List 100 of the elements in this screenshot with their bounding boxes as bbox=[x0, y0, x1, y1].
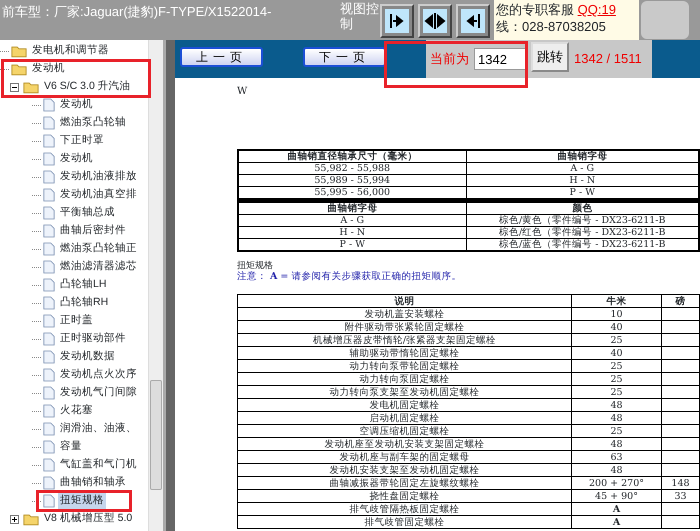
section-title: 扭矩规格 bbox=[237, 261, 274, 271]
tree-item[interactable]: 发动机点火次序 bbox=[58, 367, 139, 383]
table-cell: 发动机座与副车架的固定螺母 bbox=[238, 450, 572, 464]
tree-item[interactable]: 发动机数据 bbox=[58, 349, 117, 365]
table-cell: A bbox=[572, 516, 662, 528]
previous-page-button[interactable]: 上一页 bbox=[180, 47, 263, 67]
table-cell: H - N bbox=[238, 226, 466, 238]
view-toggle-button[interactable] bbox=[456, 4, 490, 38]
tree-item[interactable]: 发动机油真空排 bbox=[58, 187, 139, 203]
tree-item[interactable]: 火花塞 bbox=[58, 403, 95, 419]
tree-item[interactable]: 正时盖 bbox=[58, 313, 95, 329]
document-icon bbox=[43, 116, 55, 130]
tree-item[interactable]: 润滑油、油液、 bbox=[58, 421, 139, 437]
table-cell: H - N bbox=[466, 174, 699, 186]
view-toggle-button[interactable] bbox=[380, 4, 414, 38]
document-icon bbox=[43, 368, 55, 382]
column-header: 说明 bbox=[238, 294, 572, 308]
tree-item[interactable]: 正时驱动部件 bbox=[58, 331, 128, 347]
table-cell: A - G bbox=[238, 214, 466, 226]
document-icon bbox=[43, 458, 55, 472]
table-cell: 45 + 90° bbox=[572, 490, 662, 502]
document-icon bbox=[43, 476, 55, 490]
table-cell: 48 bbox=[572, 438, 662, 450]
table-cell: 棕色/红色（零件编号 - DX23-6211-B bbox=[466, 226, 699, 238]
table-cell: 25 bbox=[572, 372, 662, 386]
scrollbar-thumb[interactable] bbox=[150, 380, 162, 490]
table-cell: 148 bbox=[662, 476, 700, 490]
view-toggle-button[interactable] bbox=[418, 4, 452, 38]
table-cell: 排气歧管固定螺栓 bbox=[238, 516, 572, 528]
expand-toggle[interactable] bbox=[10, 514, 19, 524]
view-control-label: 视图控制 bbox=[340, 0, 380, 33]
note-label: 注意： bbox=[237, 271, 268, 282]
folder-icon bbox=[11, 62, 27, 76]
tree-item[interactable]: 容量 bbox=[58, 439, 84, 455]
table-cell: 33 bbox=[662, 490, 700, 502]
table-cell: 25 bbox=[572, 386, 662, 398]
tree-item[interactable]: 扭矩规格 bbox=[58, 493, 106, 509]
document-icon bbox=[43, 350, 55, 364]
tree-item[interactable]: 气缸盖和气门机 bbox=[58, 457, 139, 473]
table-cell: 55,989 - 55,994 bbox=[238, 174, 466, 186]
tree-item[interactable]: 发动机 bbox=[58, 151, 95, 167]
table-cell: A - G bbox=[466, 162, 699, 174]
table-cell: 40 bbox=[572, 346, 662, 360]
tree-item[interactable]: 发动机 bbox=[58, 97, 95, 113]
arrow-right-icon bbox=[385, 9, 409, 33]
table-cell: 排气歧管隔热板固定螺栓 bbox=[238, 502, 572, 516]
table-cell: 40 bbox=[572, 320, 662, 334]
column-header: 磅 bbox=[662, 294, 700, 308]
table-cell: 曲轴减振器带轮固定左旋螺纹螺栓 bbox=[238, 476, 572, 490]
heading-text: W bbox=[237, 85, 248, 99]
tree-item[interactable]: 平衡轴总成 bbox=[58, 205, 117, 221]
tree-item[interactable]: 凸轮轴LH bbox=[58, 277, 108, 293]
document-icon bbox=[43, 98, 55, 112]
tree-item[interactable]: 燃油泵凸轮轴 bbox=[58, 115, 128, 131]
tree-item[interactable]: V6 S/C 3.0 升汽油 bbox=[42, 79, 133, 95]
support-label: 您的专职客服 bbox=[496, 2, 575, 17]
scrollbar[interactable] bbox=[148, 40, 163, 531]
table-cell: 挠性盘固定螺栓 bbox=[238, 490, 572, 502]
splitter[interactable] bbox=[163, 40, 175, 531]
document-icon bbox=[43, 260, 55, 274]
current-page-label: 当前为 bbox=[430, 50, 469, 68]
document-icon bbox=[43, 404, 55, 418]
column-header: 曲轴销字母 bbox=[466, 150, 699, 162]
tree-item[interactable]: 曲轴销和轴承 bbox=[58, 475, 128, 491]
next-page-button[interactable]: 下一页 bbox=[303, 47, 386, 67]
column-header: 颜色 bbox=[466, 202, 699, 214]
tree-item[interactable]: 发动机油液排放 bbox=[58, 169, 139, 185]
page-input[interactable]: 1342 bbox=[474, 48, 526, 70]
tree-item[interactable]: V8 机械增压型 5.0 bbox=[42, 511, 134, 527]
tree-item[interactable]: 曲轴后密封件 bbox=[58, 223, 128, 239]
tree-item[interactable]: 凸轮轴RH bbox=[58, 295, 110, 311]
folder-icon bbox=[11, 44, 27, 58]
table-cell: 25 bbox=[572, 424, 662, 438]
table-cell: 200 + 270° bbox=[572, 476, 662, 490]
tree-item[interactable]: 燃油泵凸轮轴正 bbox=[58, 241, 139, 257]
model-title: 前车型：厂家:Jaguar(捷豹)F-TYPE/X1522014- bbox=[1, 3, 272, 21]
tree-item[interactable]: 发动机气门间隙 bbox=[58, 385, 139, 401]
tree-item[interactable]: 发动机 bbox=[30, 61, 67, 77]
go-button[interactable]: 跳转 bbox=[531, 42, 569, 72]
document-icon bbox=[43, 206, 55, 220]
table-cell: 启动机固定螺栓 bbox=[238, 412, 572, 424]
document-icon bbox=[43, 296, 55, 310]
table-cell: 动力转向泵支架至发动机固定螺栓 bbox=[238, 386, 572, 398]
tree-item[interactable]: 发电机和调节器 bbox=[30, 43, 111, 59]
tree-item[interactable]: 燃油滤清器滤芯 bbox=[58, 259, 139, 275]
table-cell: 棕色/黄色（零件编号 - DX23-6211-B bbox=[466, 214, 699, 226]
document-icon bbox=[43, 494, 55, 508]
note-text: A = 请参阅有关步骤获取正确的扭矩顺序。 bbox=[270, 271, 462, 282]
table-cell: 发电机固定螺栓 bbox=[238, 398, 572, 412]
folder-icon bbox=[23, 512, 39, 526]
document-icon bbox=[43, 224, 55, 238]
table-cell: 发动机安装支架至发动机固定螺栓 bbox=[238, 464, 572, 476]
table-cell: 发动机座至发动机安装支架固定螺栓 bbox=[238, 438, 572, 450]
page-count: 1342 / 1511 bbox=[574, 50, 642, 68]
collapse-toggle[interactable] bbox=[10, 82, 19, 92]
qq-link[interactable]: QQ:19 bbox=[578, 2, 616, 17]
table-cell: 48 bbox=[572, 398, 662, 412]
table-cell: 25 bbox=[572, 334, 662, 346]
tree-item[interactable]: 下正时罩 bbox=[58, 133, 106, 149]
column-header: 曲轴销字母 bbox=[238, 202, 466, 214]
